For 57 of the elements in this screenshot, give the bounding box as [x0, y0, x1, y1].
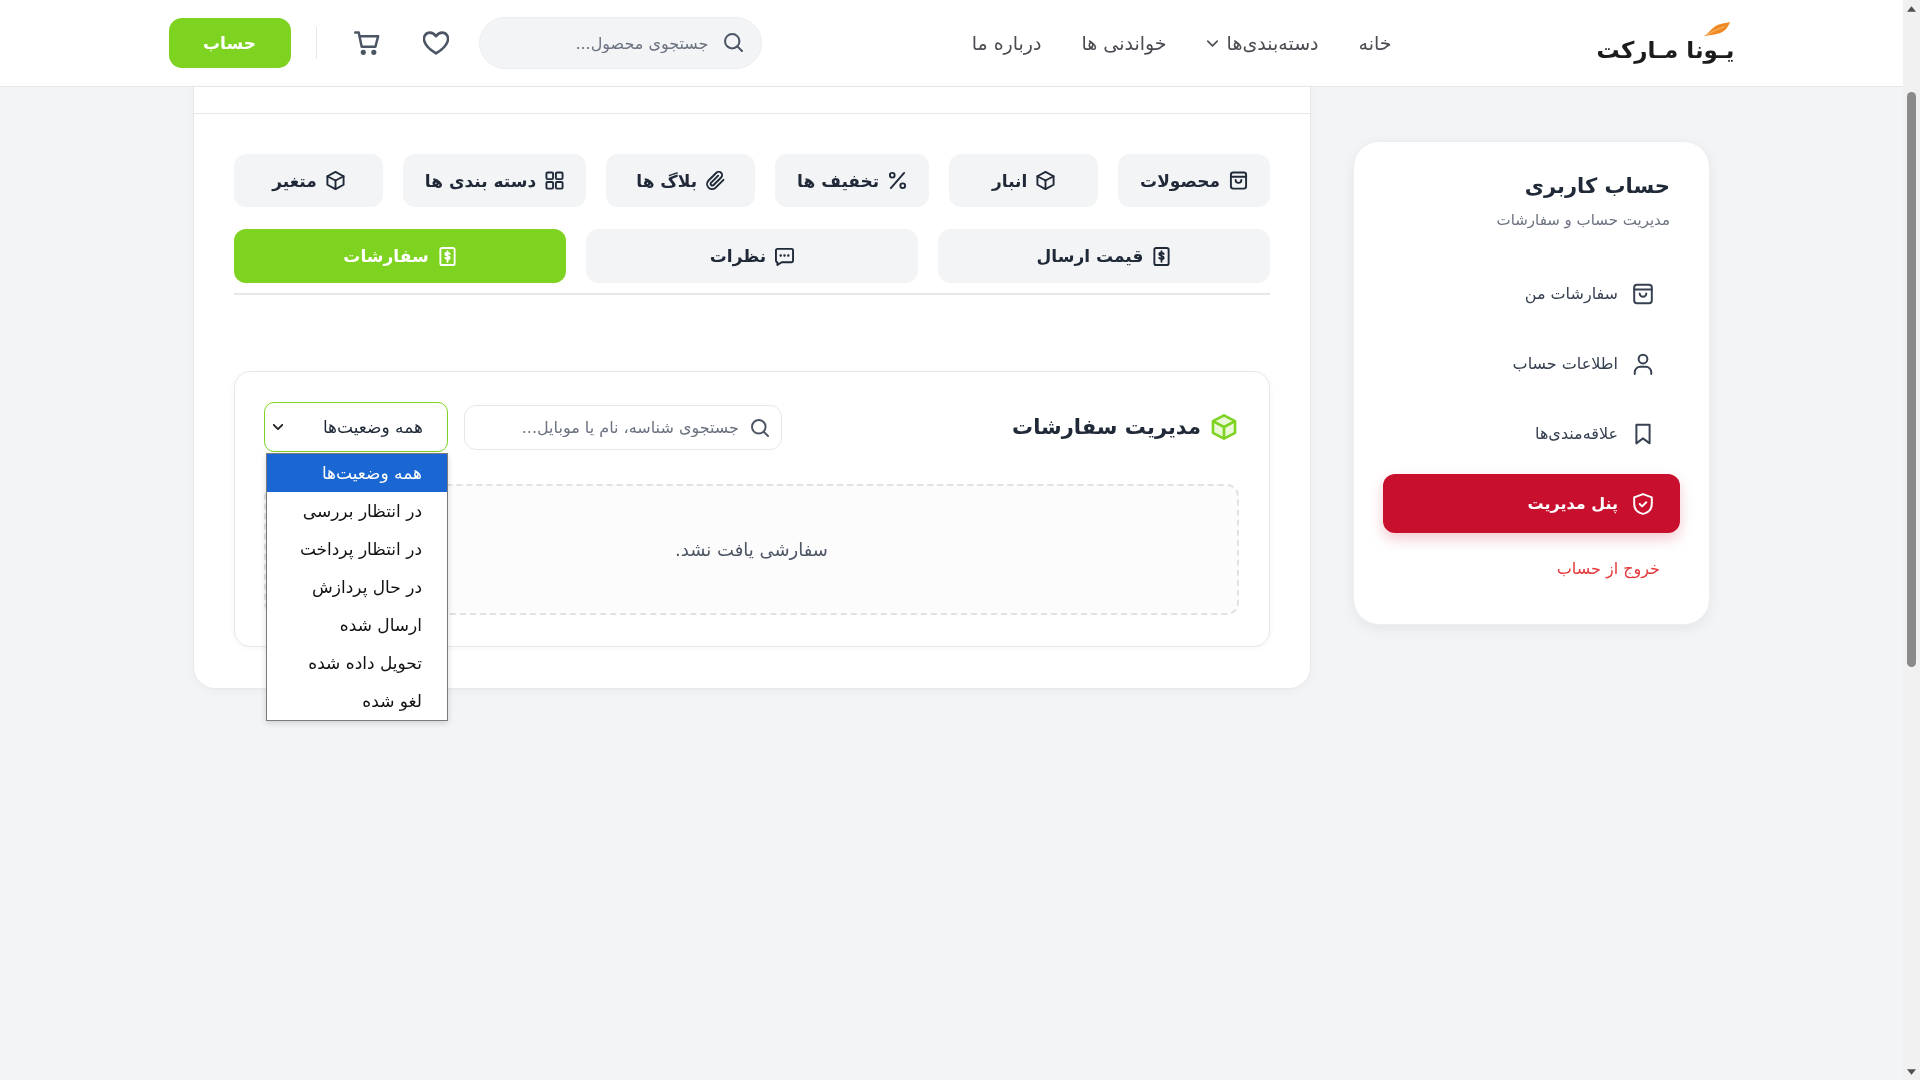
card-subtitle: مدیریت حساب و سفارشات — [1495, 210, 1671, 231]
heart-icon[interactable] — [422, 31, 449, 55]
chat-bubble-icon — [775, 246, 795, 266]
dropdown-option[interactable]: لغو شده — [267, 682, 447, 720]
tab[interactable]: قیمت ارسال — [938, 229, 1270, 283]
shopping-bag-icon — [1632, 282, 1654, 305]
logout-link[interactable]: خروج از حساب — [1383, 559, 1680, 578]
nav-link[interactable]: دسته‌بندی‌ها — [1206, 32, 1319, 54]
search-field[interactable]: جستجوی محصول... — [478, 17, 762, 69]
tab[interactable]: تخفیف ها — [775, 154, 930, 207]
nav-link[interactable]: درباره ما — [971, 32, 1042, 54]
grid-icon — [545, 171, 565, 190]
dropdown-option[interactable]: در حال پردازش — [267, 568, 447, 606]
scroll-up-icon[interactable] — [1907, 6, 1916, 12]
shopping-bag-icon — [1229, 171, 1248, 190]
bookmark-icon — [1632, 422, 1654, 445]
cube-icon — [1211, 414, 1237, 440]
chevron-down-icon — [273, 424, 283, 430]
scrollbar-thumb[interactable] — [1907, 92, 1916, 667]
cube-icon — [325, 171, 345, 190]
sidebar-item[interactable]: سفارشات من — [1383, 264, 1680, 323]
scroll-down-icon[interactable] — [1907, 1069, 1916, 1075]
paperclip-icon — [706, 171, 726, 190]
tab[interactable]: نظرات — [586, 229, 918, 283]
nav-link[interactable]: خانه — [1358, 32, 1392, 54]
search-icon — [723, 33, 743, 52]
user-icon — [1632, 352, 1654, 375]
tab[interactable]: متغیر — [234, 154, 383, 207]
logo[interactable]: یـونا مـارکت — [1596, 37, 1735, 64]
dropdown-option[interactable]: در انتظار پرداخت — [267, 530, 447, 568]
tab[interactable]: انبار — [949, 154, 1099, 207]
sidebar-item[interactable]: علاقه‌مندی‌ها — [1383, 404, 1680, 463]
card-title: حساب کاربری — [1523, 173, 1671, 200]
sidebar-item[interactable]: اطلاعات حساب — [1383, 334, 1680, 393]
dropdown-option[interactable]: همه وضعیت‌ها — [267, 454, 447, 492]
scrollbar[interactable] — [1903, 0, 1920, 1080]
shopping-cart-icon[interactable] — [353, 31, 380, 55]
section-title: مدیریت سفارشات — [1012, 415, 1201, 439]
leaf-icon — [1702, 22, 1731, 37]
dropdown-option[interactable]: ارسال شده — [267, 606, 447, 644]
nav-link[interactable]: خواندنی ها — [1081, 32, 1167, 54]
sidebar-item[interactable]: پنل مدیریت — [1383, 474, 1680, 533]
empty-message: سفارشی یافت نشد. — [675, 539, 828, 560]
dollar-document-icon — [1152, 246, 1172, 266]
tab[interactable]: دسته بندی ها — [402, 154, 587, 207]
search-icon — [751, 418, 769, 437]
tab[interactable]: بلاگ ها — [606, 154, 756, 207]
status-select[interactable]: همه وضعیت‌ها — [264, 402, 448, 452]
chevron-down-icon — [1206, 39, 1218, 47]
cube-icon — [1036, 171, 1056, 190]
dropdown-option[interactable]: تحویل داده شده — [267, 644, 447, 682]
percent-icon — [888, 171, 908, 190]
dropdown-option[interactable]: در انتظار بررسی — [267, 492, 447, 530]
dollar-document-icon — [437, 246, 457, 266]
search-field[interactable]: جستجوی شناسه، نام یا موبایل... — [464, 404, 782, 450]
tab[interactable]: محصولات — [1118, 154, 1270, 207]
shield-check-icon — [1632, 492, 1654, 515]
